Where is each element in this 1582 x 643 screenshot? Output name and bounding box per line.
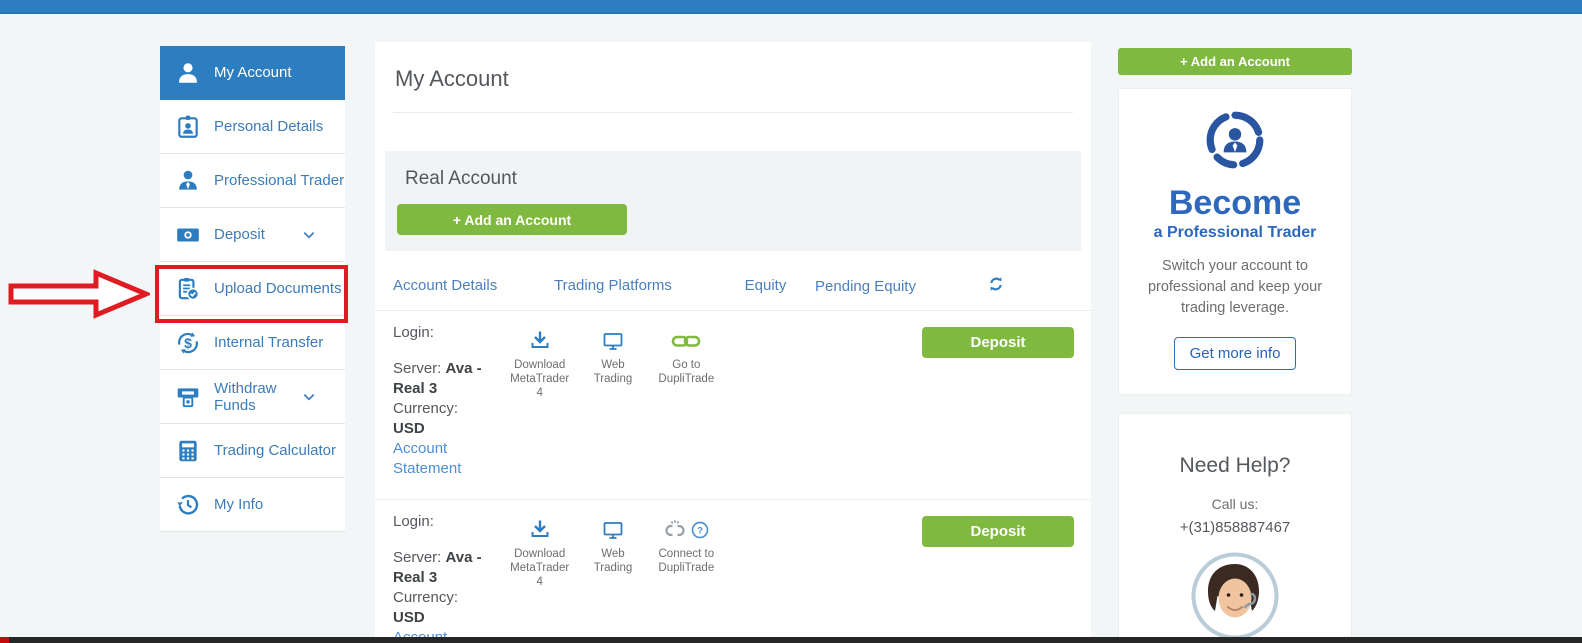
- get-more-info-button[interactable]: Get more info: [1174, 337, 1297, 370]
- platform-label: Web Trading: [581, 358, 644, 386]
- page-title: My Account: [395, 66, 1091, 92]
- platform-label: Go to DupliTrade: [655, 358, 718, 386]
- header-pending-equity: Pending Equity: [813, 277, 918, 296]
- sidebar-item-my-account[interactable]: My Account: [160, 46, 345, 100]
- server-label: Server:: [393, 360, 446, 377]
- sidebar: My Account Personal Details Professional…: [160, 46, 345, 532]
- sidebar-item-label: Trading Calculator: [214, 442, 345, 459]
- upload-documents-icon: [175, 276, 201, 302]
- trading-platforms-cell: Download MetaTrader 4 Web Trading: [508, 323, 718, 400]
- become-description: Switch your account to professional and …: [1131, 256, 1339, 319]
- sidebar-item-label: Personal Details: [214, 118, 345, 135]
- become-professional-card: Become a Professional Trader Switch your…: [1118, 88, 1352, 395]
- platform-label: Connect to DupliTrade: [655, 547, 718, 575]
- monitor-icon: [601, 516, 625, 544]
- main-panel: My Account Real Account + Add an Account…: [375, 42, 1091, 643]
- bottom-bar: [0, 637, 1582, 643]
- history-icon: [175, 492, 201, 518]
- sidebar-item-label: Deposit: [214, 226, 288, 243]
- chevron-down-icon: [301, 389, 317, 405]
- account-details-cell: Login: Server: Ava - Real 3 Currency: US…: [393, 323, 508, 479]
- chain-link-icon: [671, 327, 701, 355]
- currency-label: Currency:: [393, 399, 508, 419]
- add-account-button[interactable]: + Add an Account: [1118, 48, 1352, 75]
- transfer-icon: $: [175, 330, 201, 356]
- download-icon: [528, 327, 552, 355]
- sidebar-item-internal-transfer[interactable]: $ Internal Transfer: [160, 316, 345, 370]
- right-sidebar: + Add an Account Become a Professional T…: [1118, 48, 1352, 643]
- download-metatrader-link[interactable]: Download MetaTrader 4: [508, 512, 571, 589]
- refresh-icon[interactable]: [988, 276, 1004, 296]
- sidebar-item-professional-trader[interactable]: Professional Trader: [160, 154, 345, 208]
- add-account-button[interactable]: + Add an Account: [397, 204, 627, 235]
- sidebar-item-label: Professional Trader: [214, 172, 345, 189]
- account-row: Login: Server: Ava - Real 3 Currency: US…: [375, 311, 1091, 500]
- server-label: Server:: [393, 549, 446, 566]
- svg-text:$: $: [184, 334, 192, 350]
- login-label: Login:: [393, 512, 508, 532]
- table-header-row: Account Details Trading Platforms Equity…: [375, 277, 1091, 311]
- connect-to-duplitrade-link[interactable]: ? Connect to DupliTrade: [655, 512, 718, 589]
- real-account-title: Real Account: [405, 168, 1069, 190]
- divider: [393, 112, 1073, 113]
- login-label: Login:: [393, 323, 508, 343]
- account-row: Login: Server: Ava - Real 3 Currency: US…: [375, 500, 1091, 643]
- calculator-icon: [175, 438, 201, 464]
- accounts-table: Account Details Trading Platforms Equity…: [375, 277, 1091, 643]
- web-trading-link[interactable]: Web Trading: [581, 512, 644, 589]
- user-icon: [175, 60, 201, 86]
- deposit-button[interactable]: Deposit: [922, 327, 1074, 358]
- monitor-icon: [601, 327, 625, 355]
- svg-text:?: ?: [697, 526, 703, 537]
- become-subtitle: a Professional Trader: [1131, 224, 1339, 242]
- phone-number: +(31)858887467: [1131, 519, 1339, 536]
- sidebar-item-personal-details[interactable]: Personal Details: [160, 100, 345, 154]
- sidebar-item-label: Internal Transfer: [214, 334, 345, 351]
- platform-label: Download MetaTrader 4: [508, 547, 571, 589]
- become-title: Become: [1131, 186, 1339, 222]
- currency-label: Currency:: [393, 588, 508, 608]
- withdraw-icon: [175, 384, 201, 410]
- trader-icon: [175, 168, 201, 194]
- red-annotation-arrow: [8, 268, 150, 320]
- sidebar-item-withdraw-funds[interactable]: Withdraw Funds: [160, 370, 345, 424]
- download-metatrader-link[interactable]: Download MetaTrader 4: [508, 323, 571, 400]
- sidebar-item-label: Withdraw Funds: [214, 380, 288, 414]
- id-card-icon: [175, 114, 201, 140]
- currency-value: USD: [393, 420, 425, 437]
- real-account-section: Real Account + Add an Account: [385, 151, 1081, 251]
- help-circle-icon[interactable]: ?: [690, 520, 710, 540]
- need-help-card: Need Help? Call us: +(31)858887467: [1118, 413, 1352, 643]
- account-statement-link[interactable]: Account Statement: [393, 439, 508, 479]
- sidebar-item-label: My Account: [214, 64, 345, 81]
- bottom-bar-red-segment: [0, 637, 9, 643]
- header-equity: Equity: [718, 277, 813, 294]
- currency-value: USD: [393, 609, 425, 626]
- broken-link-icon: [663, 518, 687, 542]
- professional-badge-icon: [1204, 109, 1266, 171]
- header-account-details: Account Details: [393, 277, 508, 294]
- trading-platforms-cell: Download MetaTrader 4 Web Trading: [508, 512, 718, 589]
- support-agent-avatar: [1191, 552, 1279, 640]
- sidebar-item-label: My Info: [214, 496, 345, 513]
- chevron-down-icon: [301, 227, 317, 243]
- sidebar-item-trading-calculator[interactable]: Trading Calculator: [160, 424, 345, 478]
- banknote-icon: [175, 222, 201, 248]
- deposit-button[interactable]: Deposit: [922, 516, 1074, 547]
- top-navigation-bar: [0, 0, 1582, 14]
- sidebar-item-deposit[interactable]: Deposit: [160, 208, 345, 262]
- platform-label: Download MetaTrader 4: [508, 358, 571, 400]
- account-dashboard: My Account Personal Details Professional…: [0, 0, 1582, 643]
- web-trading-link[interactable]: Web Trading: [581, 323, 644, 400]
- sidebar-item-upload-documents[interactable]: Upload Documents: [160, 262, 345, 316]
- need-help-title: Need Help?: [1131, 454, 1339, 478]
- download-icon: [528, 516, 552, 544]
- go-to-duplitrade-link[interactable]: Go to DupliTrade: [655, 323, 718, 400]
- call-us-label: Call us:: [1131, 496, 1339, 512]
- account-details-cell: Login: Server: Ava - Real 3 Currency: US…: [393, 512, 508, 643]
- sidebar-item-label: Upload Documents: [214, 280, 345, 297]
- sidebar-item-my-info[interactable]: My Info: [160, 478, 345, 532]
- header-trading-platforms: Trading Platforms: [508, 277, 718, 294]
- platform-label: Web Trading: [581, 547, 644, 575]
